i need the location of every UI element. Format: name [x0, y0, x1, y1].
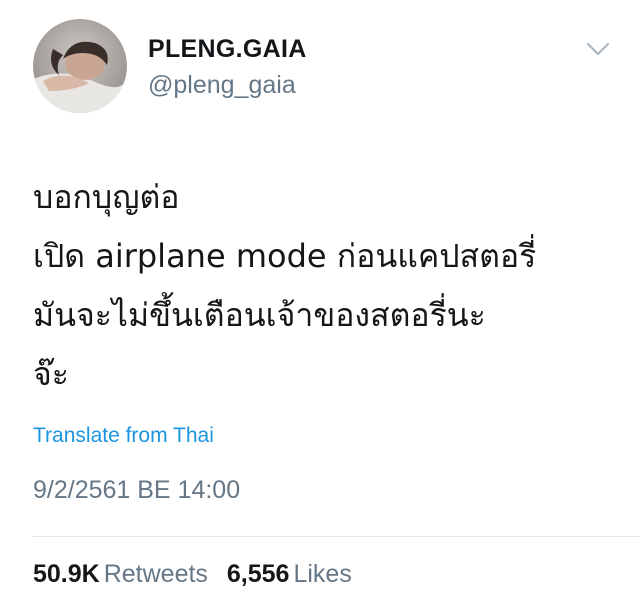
retweets-stat[interactable]: 50.9K Retweets [33, 560, 208, 589]
likes-count: 6,556 [226, 560, 290, 588]
tweet-timestamp[interactable]: 9/2/2561 BE 14:00 [33, 476, 240, 505]
tweet-card: PLENG.GAIA @pleng_gaia บอกบุญต่อ เปิด ai… [0, 0, 640, 611]
display-name[interactable]: PLENG.GAIA [148, 35, 307, 64]
tweet-text: บอกบุญต่อ เปิด airplane mode ก่อนแคปสตอร… [33, 168, 629, 404]
user-handle[interactable]: @pleng_gaia [148, 71, 296, 100]
tweet-text-line: จ๊ะ [33, 355, 69, 393]
likes-label: Likes [293, 560, 352, 588]
likes-stat[interactable]: 6,556 Likes [227, 560, 352, 589]
translate-link[interactable]: Translate from Thai [33, 424, 214, 448]
avatar-photo [33, 19, 127, 113]
avatar[interactable] [33, 19, 127, 113]
tweet-stats: 50.9K Retweets 6,556 Likes [33, 560, 364, 589]
tweet-text-line: มันจะไม่ขึ้นเตือนเจ้าของสตอรี่นะ [33, 296, 486, 334]
chevron-down-icon[interactable] [584, 38, 612, 60]
retweets-count: 50.9K [33, 560, 100, 588]
tweet-text-line: บอกบุญต่อ [33, 178, 180, 216]
tweet-text-line: เปิด airplane mode ก่อนแคปสตอรี่ [33, 237, 537, 275]
divider [33, 536, 640, 537]
retweets-label: Retweets [103, 560, 208, 588]
